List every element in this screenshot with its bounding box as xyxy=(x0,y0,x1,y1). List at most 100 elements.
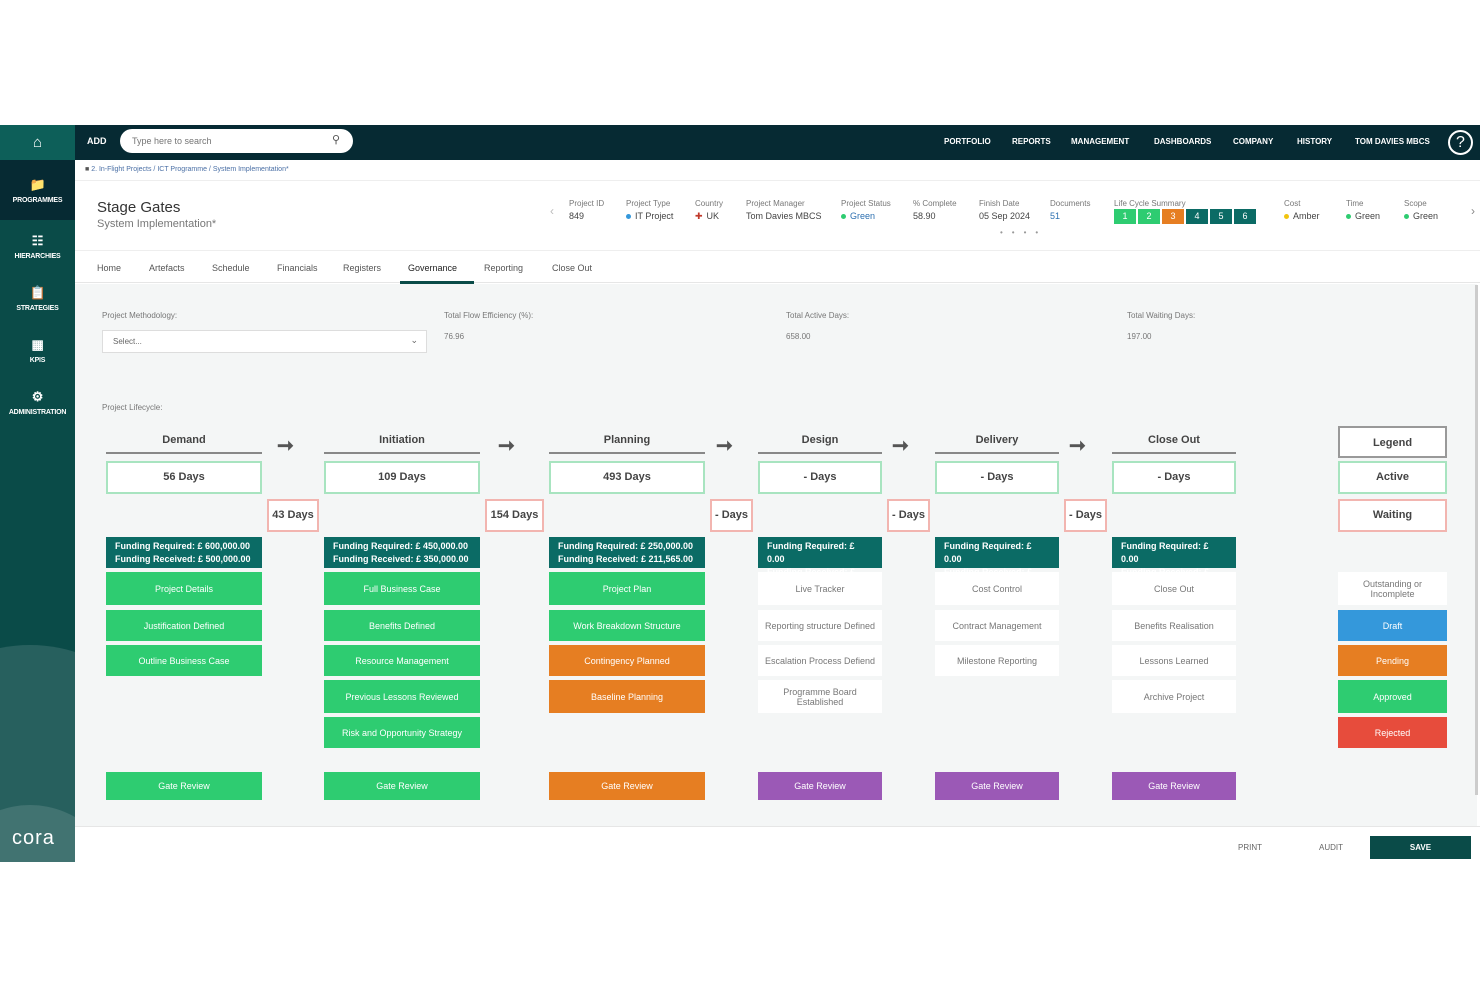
tab-registers[interactable]: Registers xyxy=(343,263,381,273)
meta-label: Project Status xyxy=(841,199,891,208)
gate-review-button[interactable]: Gate Review xyxy=(549,772,705,800)
sidebar-item-administration[interactable]: ⚙ ADMINISTRATION xyxy=(0,376,75,428)
breadcrumb-text[interactable]: 2. In-Flight Projects / ICT Programme / … xyxy=(91,166,289,173)
arrow-right-icon: ➞ xyxy=(498,435,515,457)
funding-received: Funding Received: £ 500,000.00 xyxy=(115,554,251,564)
save-button[interactable]: SAVE xyxy=(1370,836,1471,859)
sidebar-item-hierarchies[interactable]: ☷ HIERARCHIES xyxy=(0,220,75,272)
meta-value-text[interactable]: 51 xyxy=(1050,211,1060,221)
gate-item[interactable]: Resource Management xyxy=(324,645,480,676)
prev-chevron-icon[interactable]: ‹ xyxy=(550,204,554,218)
lifecycle-stage-2[interactable]: 2 xyxy=(1138,209,1160,224)
gate-item[interactable]: Contingency Planned xyxy=(549,645,705,676)
nav-portfolio[interactable]: PORTFOLIO xyxy=(944,137,991,146)
tab-home[interactable]: Home xyxy=(97,263,121,273)
gate-item[interactable]: Reporting structure Defined xyxy=(758,610,882,641)
arrow-right-icon: ➞ xyxy=(892,435,909,457)
active-days-box: 109 Days xyxy=(324,461,480,494)
sidebar-item-kpis[interactable]: ▦ KPIS xyxy=(0,324,75,376)
lifecycle-stage-1[interactable]: 1 xyxy=(1114,209,1136,224)
gate-item[interactable]: Close Out xyxy=(1112,572,1236,605)
gate-item[interactable]: Work Breakdown Structure xyxy=(549,610,705,641)
nav-history[interactable]: HISTORY xyxy=(1297,137,1332,146)
gate-item[interactable]: Milestone Reporting xyxy=(935,645,1059,676)
gate-item[interactable]: Baseline Planning xyxy=(549,680,705,713)
gate-review-button[interactable]: Gate Review xyxy=(324,772,480,800)
sidebar-item-programmes[interactable]: 📁 PROGRAMMES xyxy=(0,160,75,220)
stage-header-delivery: Delivery xyxy=(935,434,1059,454)
meta-value-text: UK xyxy=(706,211,720,221)
lifecycle-stage-3[interactable]: 3 xyxy=(1162,209,1184,224)
nav-management[interactable]: MANAGEMENT xyxy=(1071,137,1129,146)
carousel-dots[interactable]: •••• xyxy=(1000,228,1047,237)
meta-project-status: Project Status Green xyxy=(841,199,891,221)
stage-header-close-out: Close Out xyxy=(1112,434,1236,454)
tab-governance[interactable]: Governance xyxy=(408,263,457,273)
gate-item[interactable]: Risk and Opportunity Strategy xyxy=(324,717,480,748)
search-icon[interactable]: ⚲ xyxy=(332,133,340,146)
lifecycle-stage-4[interactable]: 4 xyxy=(1186,209,1208,224)
tab-artefacts[interactable]: Artefacts xyxy=(149,263,185,273)
meta-value-text: Green xyxy=(1413,211,1439,221)
lifecycle-stage-6[interactable]: 6 xyxy=(1234,209,1256,224)
tab-bar: Home Artefacts Schedule Financials Registers… xyxy=(75,250,1480,284)
gate-item[interactable]: Previous Lessons Reviewed xyxy=(324,680,480,713)
gate-item[interactable]: Benefits Realisation xyxy=(1112,610,1236,641)
tab-schedule[interactable]: Schedule xyxy=(212,263,250,273)
audit-button[interactable]: AUDIT xyxy=(1319,843,1343,852)
gate-review-button[interactable]: Gate Review xyxy=(758,772,882,800)
waiting-days-box: - Days xyxy=(710,499,753,532)
meta-label: Country xyxy=(695,199,724,208)
cora-logo: cora xyxy=(12,827,55,849)
tab-reporting[interactable]: Reporting xyxy=(484,263,523,273)
sidebar-item-label: STRATEGIES xyxy=(16,304,59,312)
nav-tom-davies-mbcs[interactable]: TOM DAVIES MBCS xyxy=(1355,137,1430,146)
gate-item[interactable]: Full Business Case xyxy=(324,572,480,605)
meta-finish-date: Finish Date 05 Sep 2024 xyxy=(979,199,1030,221)
gate-review-button[interactable]: Gate Review xyxy=(106,772,262,800)
meta-documents: Documents 51 xyxy=(1050,199,1090,221)
funding-box: Funding Required: £ 0.00Funding Received… xyxy=(1112,537,1236,590)
select-value: Select... xyxy=(113,337,142,346)
gate-item[interactable]: Lessons Learned xyxy=(1112,645,1236,676)
gate-item[interactable]: Outline Business Case xyxy=(106,645,262,676)
gate-item[interactable]: Archive Project xyxy=(1112,680,1236,713)
methodology-select[interactable]: Select... ⌄ xyxy=(102,330,427,353)
tab-financials[interactable]: Financials xyxy=(277,263,318,273)
gate-item[interactable]: Live Tracker xyxy=(758,572,882,605)
home-icon[interactable]: ⌂ xyxy=(0,125,75,160)
funding-box: Funding Required: £ 450,000.00 Funding Re… xyxy=(324,537,480,568)
tab-close-out[interactable]: Close Out xyxy=(552,263,592,273)
search-input[interactable] xyxy=(120,129,353,153)
gate-review-button[interactable]: Gate Review xyxy=(935,772,1059,800)
legend-title: Legend xyxy=(1338,426,1447,458)
lifecycle-stage-5[interactable]: 5 xyxy=(1210,209,1232,224)
meta-scope: Scope Green xyxy=(1404,199,1438,221)
gate-item[interactable]: Benefits Defined xyxy=(324,610,480,641)
gate-item[interactable]: Cost Control xyxy=(935,572,1059,605)
nav-dashboards[interactable]: DASHBOARDS xyxy=(1154,137,1211,146)
gate-item[interactable]: Programme Board Established xyxy=(758,680,882,713)
meta-label: % Complete xyxy=(913,199,957,208)
sidebar-item-strategies[interactable]: 📋 STRATEGIES xyxy=(0,272,75,324)
meta-label: Time xyxy=(1346,199,1364,208)
meta-country: Country ✚ UK xyxy=(695,199,723,222)
gate-review-button[interactable]: Gate Review xyxy=(1112,772,1236,800)
nav-reports[interactable]: REPORTS xyxy=(1012,137,1051,146)
breadcrumb[interactable]: ■ 2. In-Flight Projects / ICT Programme … xyxy=(85,166,289,173)
gate-item[interactable]: Justification Defined xyxy=(106,610,262,641)
gate-item[interactable]: Escalation Process Defiend xyxy=(758,645,882,676)
gate-item[interactable]: Project Details xyxy=(106,572,262,605)
meta-label: Life Cycle Summary xyxy=(1114,199,1186,208)
sidebar-item-label: KPIS xyxy=(29,356,46,364)
scrollbar[interactable] xyxy=(1475,285,1478,795)
help-icon[interactable]: ? xyxy=(1448,130,1473,155)
meta-cost: Cost Amber xyxy=(1284,199,1320,221)
nav-company[interactable]: COMPANY xyxy=(1233,137,1273,146)
next-chevron-icon[interactable]: › xyxy=(1471,204,1475,218)
add-button[interactable]: ADD xyxy=(87,136,107,146)
gate-item[interactable]: Contract Management xyxy=(935,610,1059,641)
meta--complete: % Complete 58.90 xyxy=(913,199,957,221)
print-button[interactable]: PRINT xyxy=(1238,843,1262,852)
gate-item[interactable]: Project Plan xyxy=(549,572,705,605)
